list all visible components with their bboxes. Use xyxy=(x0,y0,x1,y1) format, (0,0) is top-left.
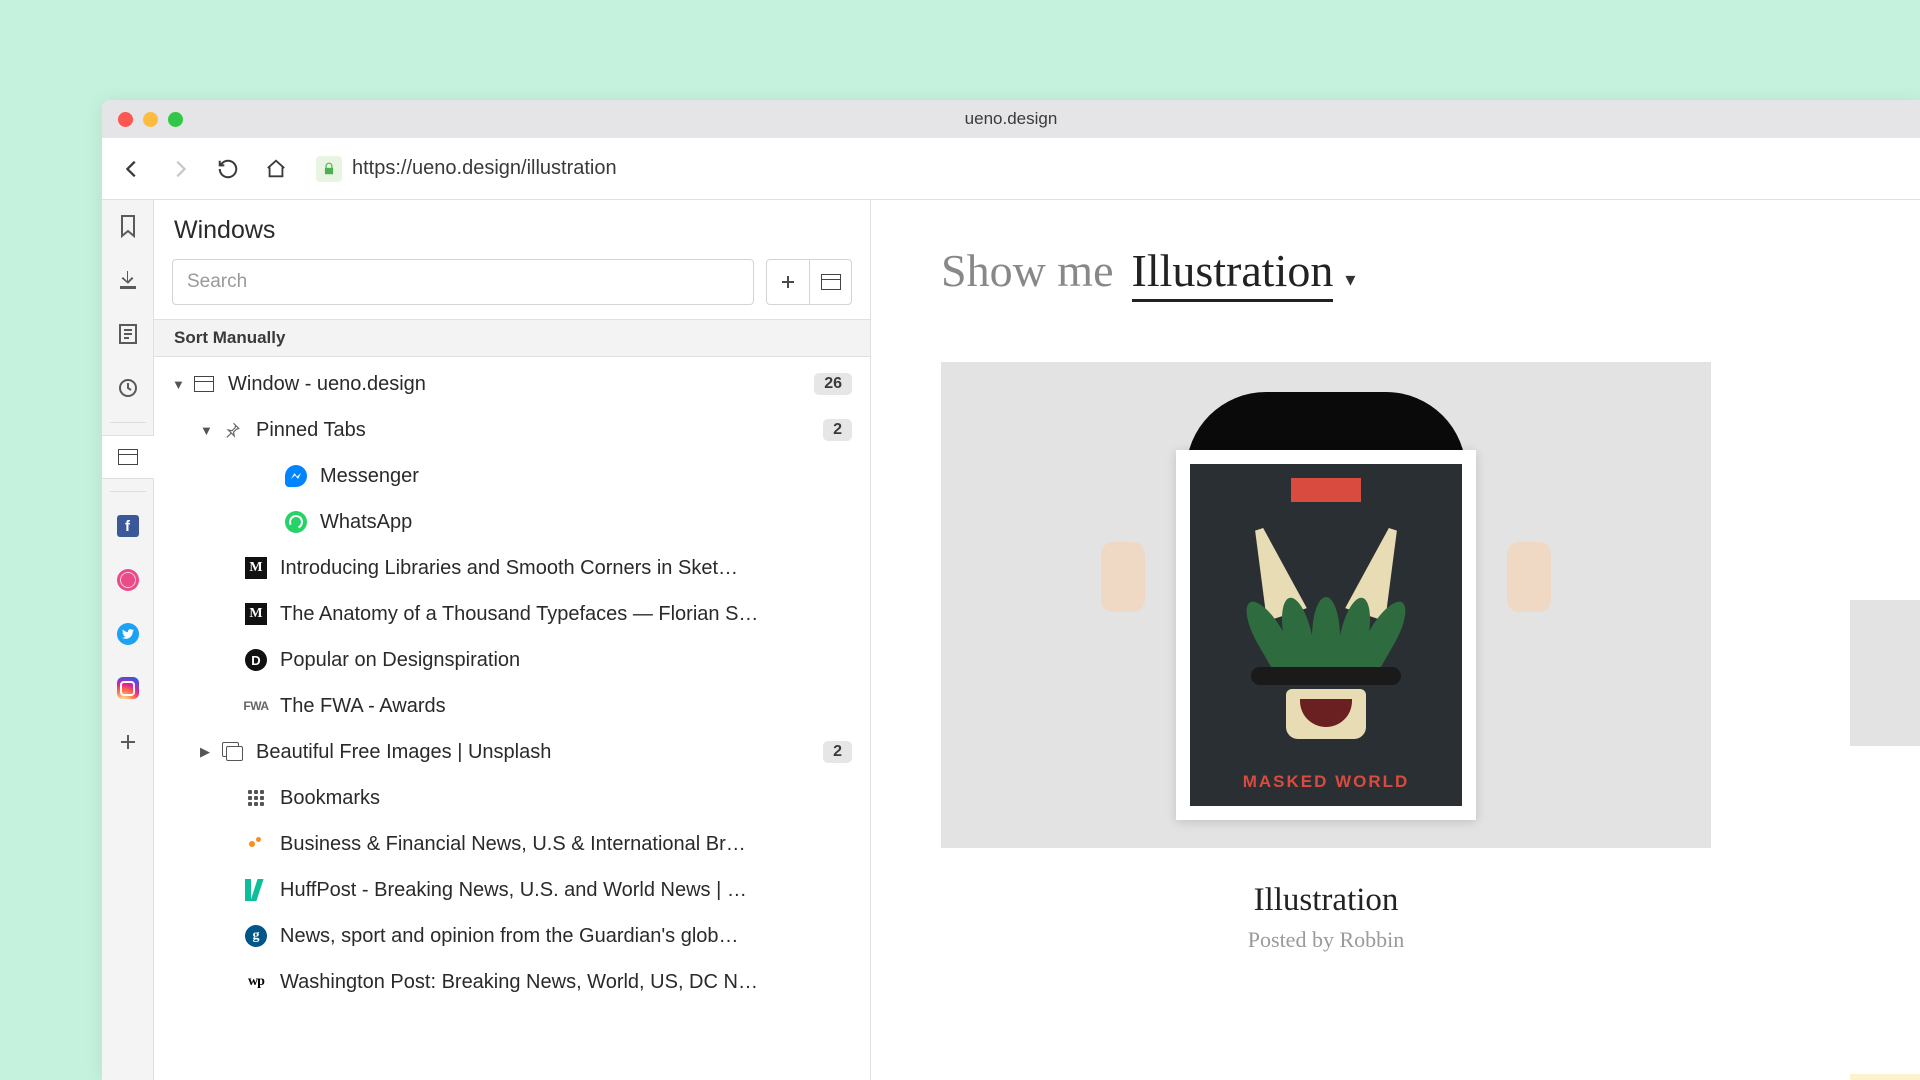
stack-icon xyxy=(220,740,244,764)
pinned-label: Pinned Tabs xyxy=(256,419,815,442)
rail-reader-icon[interactable] xyxy=(114,320,142,348)
category-selector[interactable]: Show me Illustration ▾ xyxy=(941,244,1850,302)
tab-count-badge: 26 xyxy=(814,373,852,395)
home-button[interactable] xyxy=(258,151,294,187)
tab-label: Business & Financial News, U.S & Interna… xyxy=(280,833,852,856)
window-icon xyxy=(809,260,851,304)
adjacent-card-preview[interactable] xyxy=(1850,600,1920,746)
reuters-icon xyxy=(244,832,268,856)
address-bar[interactable]: https://ueno.design/illustration xyxy=(306,149,1908,189)
window-title: ueno.design xyxy=(965,109,1058,129)
pinned-count-badge: 2 xyxy=(823,419,852,441)
minimize-window-button[interactable] xyxy=(143,112,158,127)
adjacent-card-preview[interactable] xyxy=(1850,1074,1920,1080)
group-count-badge: 2 xyxy=(823,741,852,763)
reload-icon xyxy=(217,158,239,180)
icon-rail: f xyxy=(102,200,154,1080)
tab-label: Beautiful Free Images | Unsplash xyxy=(256,741,815,764)
rail-instagram-icon[interactable] xyxy=(114,674,142,702)
window-icon xyxy=(192,372,216,396)
window-tree: ▼ Window - ueno.design 26 ▼ Pinned Tabs … xyxy=(154,357,870,1080)
post-card[interactable]: MASKED WORLD Illustration Posted by Robb… xyxy=(941,362,1711,953)
pin-icon xyxy=(220,418,244,442)
window-label: Window - ueno.design xyxy=(228,373,806,396)
tab-label: Popular on Designspiration xyxy=(280,649,852,672)
tab-group-item[interactable]: ▶ Beautiful Free Images | Unsplash 2 xyxy=(154,729,870,775)
tab-label: News, sport and opinion from the Guardia… xyxy=(280,925,852,948)
new-window-button[interactable] xyxy=(766,259,852,305)
showme-category: Illustration xyxy=(1132,244,1334,302)
chevron-right-icon xyxy=(169,158,191,180)
tab-label: Washington Post: Breaking News, World, U… xyxy=(280,971,852,994)
rail-history-icon[interactable] xyxy=(114,374,142,402)
titlebar: ueno.design xyxy=(102,100,1920,138)
sort-mode-label[interactable]: Sort Manually xyxy=(154,319,870,357)
tab-label: WhatsApp xyxy=(320,511,852,534)
tab-label: Introducing Libraries and Smooth Corners… xyxy=(280,557,852,580)
medium-icon: M xyxy=(244,556,268,580)
wapo-icon: wp xyxy=(244,970,268,994)
tab-item[interactable]: wp Washington Post: Breaking News, World… xyxy=(154,959,870,1005)
pinned-tabs-row[interactable]: ▼ Pinned Tabs 2 xyxy=(154,407,870,453)
rail-twitter-icon[interactable] xyxy=(114,620,142,648)
huffpost-icon xyxy=(244,878,268,902)
guardian-icon: g xyxy=(244,924,268,948)
tab-item[interactable]: Messenger xyxy=(154,453,870,499)
rail-downloads-icon[interactable] xyxy=(114,266,142,294)
poster-illustration: MASKED WORLD xyxy=(1176,450,1476,820)
showme-prefix: Show me xyxy=(941,244,1114,297)
back-button[interactable] xyxy=(114,151,150,187)
reload-button[interactable] xyxy=(210,151,246,187)
tab-item[interactable]: D Popular on Designspiration xyxy=(154,637,870,683)
chevron-left-icon xyxy=(121,158,143,180)
home-icon xyxy=(265,158,287,180)
browser-window: ueno.design https://ueno.design/illustra… xyxy=(102,100,1920,1080)
rail-add-button[interactable] xyxy=(114,728,142,756)
designspiration-icon: D xyxy=(244,648,268,672)
page-content: Show me Illustration ▾ xyxy=(871,200,1920,1080)
tab-item[interactable]: HuffPost - Breaking News, U.S. and World… xyxy=(154,867,870,913)
tab-label: Messenger xyxy=(320,465,852,488)
post-title: Illustration xyxy=(941,882,1711,919)
tab-label: The FWA - Awards xyxy=(280,695,852,718)
chevron-down-icon: ▼ xyxy=(172,377,188,392)
search-input[interactable] xyxy=(172,259,754,305)
post-byline: Posted by Robbin xyxy=(941,927,1711,953)
chevron-down-icon: ▼ xyxy=(200,423,216,438)
plus-icon xyxy=(767,260,809,304)
url-text: https://ueno.design/illustration xyxy=(352,157,617,180)
medium-icon: M xyxy=(244,602,268,626)
rail-bookmarks-icon[interactable] xyxy=(114,212,142,240)
chevron-right-icon: ▶ xyxy=(200,744,216,760)
rail-dribbble-icon[interactable] xyxy=(114,566,142,594)
poster-title: MASKED WORLD xyxy=(1243,772,1410,792)
whatsapp-icon xyxy=(284,510,308,534)
tab-label: Bookmarks xyxy=(280,787,852,810)
zoom-window-button[interactable] xyxy=(168,112,183,127)
rail-windows-icon[interactable] xyxy=(114,443,142,471)
tab-item[interactable]: Business & Financial News, U.S & Interna… xyxy=(154,821,870,867)
fwa-icon: FWA xyxy=(244,694,268,718)
tab-item[interactable]: Bookmarks xyxy=(154,775,870,821)
rail-facebook-icon[interactable]: f xyxy=(114,512,142,540)
tab-label: The Anatomy of a Thousand Typefaces — Fl… xyxy=(280,603,852,626)
tab-item[interactable]: WhatsApp xyxy=(154,499,870,545)
window-controls xyxy=(118,112,183,127)
tab-item[interactable]: FWA The FWA - Awards xyxy=(154,683,870,729)
browser-toolbar: https://ueno.design/illustration xyxy=(102,138,1920,200)
tab-item[interactable]: g News, sport and opinion from the Guard… xyxy=(154,913,870,959)
tab-item[interactable]: M The Anatomy of a Thousand Typefaces — … xyxy=(154,591,870,637)
tab-item[interactable]: M Introducing Libraries and Smooth Corne… xyxy=(154,545,870,591)
grid-icon xyxy=(244,786,268,810)
caret-down-icon: ▾ xyxy=(1345,267,1355,292)
window-row[interactable]: ▼ Window - ueno.design 26 xyxy=(154,361,870,407)
tab-label: HuffPost - Breaking News, U.S. and World… xyxy=(280,879,852,902)
sidebar-title: Windows xyxy=(154,200,870,259)
secure-lock-icon xyxy=(316,156,342,182)
close-window-button[interactable] xyxy=(118,112,133,127)
sidebar-panel: Windows Sort Manually ▼ Window - ueno.de… xyxy=(154,200,871,1080)
post-image: MASKED WORLD xyxy=(941,362,1711,848)
messenger-icon xyxy=(284,464,308,488)
forward-button[interactable] xyxy=(162,151,198,187)
